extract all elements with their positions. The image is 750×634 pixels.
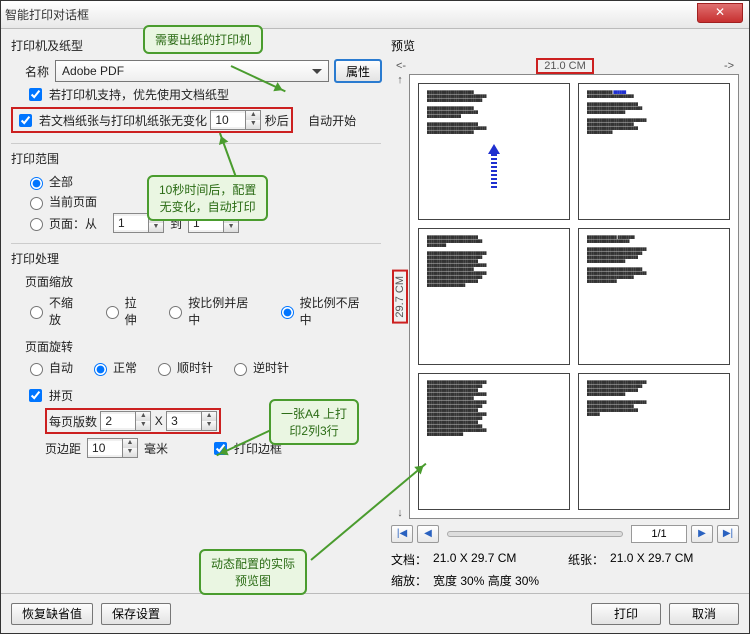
rotate-label: 页面旋转 xyxy=(25,338,381,355)
radio-scale-fit-nocenter[interactable] xyxy=(281,306,294,319)
margin-label: 页边距 xyxy=(45,440,81,457)
nav-first[interactable]: |◀ xyxy=(391,525,413,543)
print-dialog: 智能打印对话框 ✕ 需要出纸的打印机 10秒时间后，配置无变化，自动打印 一张A… xyxy=(0,0,750,634)
radio-current[interactable] xyxy=(30,197,43,210)
footer: 恢复缺省值 保存设置 打印 取消 xyxy=(1,593,749,633)
section-title: 打印处理 xyxy=(11,250,381,267)
callout-preview: 动态配置的实际预览图 xyxy=(199,549,307,595)
section-title: 打印范围 xyxy=(11,150,381,167)
properties-button[interactable]: 属性 xyxy=(335,60,381,82)
radio-rotate-auto[interactable] xyxy=(30,363,43,376)
close-button[interactable]: ✕ xyxy=(697,3,743,23)
preview-page: ████████████ ███████████████████████████… xyxy=(578,83,730,220)
per-page-label: 每页版数 xyxy=(49,413,97,430)
margin-spinner[interactable]: 10▲▼ xyxy=(87,438,138,458)
preview-page: ████████████████████████████████████████… xyxy=(578,373,730,510)
radio-rotate-ccw[interactable] xyxy=(234,363,247,376)
callout-a4: 一张A4 上打印2列3行 xyxy=(269,399,359,445)
radio-scale-fit-center[interactable] xyxy=(169,306,182,319)
cols-spinner[interactable]: 2▲▼ xyxy=(100,411,151,431)
preview-page: ████████████████████████████████████████… xyxy=(418,373,570,510)
titlebar: 智能打印对话框 ✕ xyxy=(1,1,749,29)
page-nav: |◀ ◀ 1/1 ▶ ▶| xyxy=(391,525,739,543)
preview-page: ██████████████ █████████████████████████… xyxy=(578,228,730,365)
auto-start-label: 自动开始 xyxy=(308,112,356,129)
page-indicator: 1/1 xyxy=(631,525,687,543)
preview-panel: 预览 <- 21.0 CM -> ↑ 29.7 CM ↓ ███████████… xyxy=(391,37,739,589)
save-settings-button[interactable]: 保存设置 xyxy=(101,603,171,625)
printer-combo[interactable]: Adobe PDF xyxy=(55,60,329,82)
pages-grid: ████████████████████████████████████████… xyxy=(409,74,739,519)
radio-rotate-cw[interactable] xyxy=(158,363,171,376)
height-dim: 29.7 CM xyxy=(392,270,408,324)
chk-auto-start-label: 若文档纸张与打印机纸张无变化 xyxy=(39,112,207,129)
name-label: 名称 xyxy=(25,63,49,80)
radio-scale-none[interactable] xyxy=(30,306,43,319)
radio-rotate-normal[interactable] xyxy=(94,363,107,376)
cancel-button[interactable]: 取消 xyxy=(669,603,739,625)
width-dim: 21.0 CM xyxy=(536,58,594,74)
scale-label: 页面缩放 xyxy=(25,273,381,290)
chk-tile[interactable] xyxy=(29,389,42,402)
nav-last[interactable]: ▶| xyxy=(717,525,739,543)
chk-auto-start[interactable] xyxy=(19,114,32,127)
radio-scale-stretch[interactable] xyxy=(106,306,119,319)
nav-next[interactable]: ▶ xyxy=(691,525,713,543)
ruler-top: <- 21.0 CM -> xyxy=(391,58,739,74)
radio-pages[interactable] xyxy=(30,218,43,231)
callout-printer: 需要出纸的打印机 xyxy=(143,25,263,54)
print-button[interactable]: 打印 xyxy=(591,603,661,625)
chk-doc-paper-label: 若打印机支持，优先使用文档纸型 xyxy=(49,86,229,103)
radio-all[interactable] xyxy=(30,177,43,190)
ruler-left: ↑ 29.7 CM ↓ xyxy=(391,74,409,519)
preview-info: 文档：21.0 X 29.7 CM 纸张：21.0 X 29.7 CM 缩放：宽… xyxy=(391,551,739,589)
nav-prev[interactable]: ◀ xyxy=(417,525,439,543)
preview-page: ████████████████████████████████████████… xyxy=(418,228,570,365)
rows-spinner[interactable]: 3▲▼ xyxy=(166,411,217,431)
restore-defaults-button[interactable]: 恢复缺省值 xyxy=(11,603,93,625)
callout-timer: 10秒时间后，配置无变化，自动打印 xyxy=(147,175,268,221)
chk-doc-paper[interactable] xyxy=(29,88,42,101)
timer-spinner[interactable]: 10▲▼ xyxy=(210,110,261,130)
preview-page: ████████████████████████████████████████… xyxy=(418,83,570,220)
preview-title: 预览 xyxy=(391,37,739,54)
nav-slider[interactable] xyxy=(447,531,623,537)
window-title: 智能打印对话框 xyxy=(5,6,89,23)
